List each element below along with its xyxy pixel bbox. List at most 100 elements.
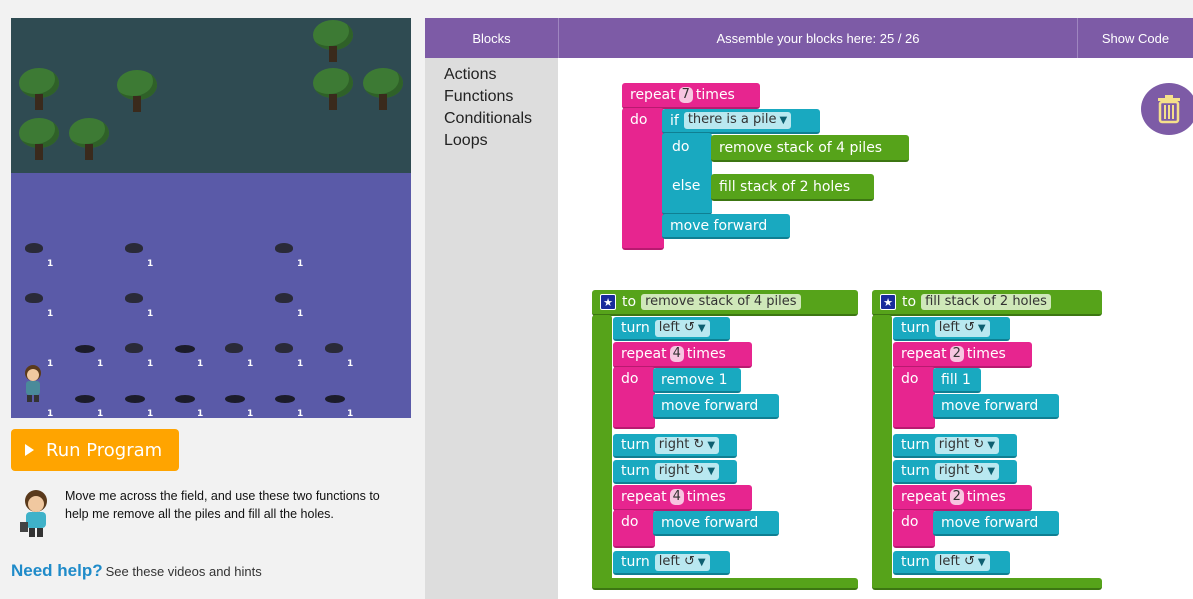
show-code-button[interactable]: Show Code <box>1078 18 1193 58</box>
direction-dropdown[interactable]: left ↺ ▼ <box>934 319 990 337</box>
remove-label: remove 1 <box>661 371 728 388</box>
category-conditionals[interactable]: Conditionals <box>444 108 558 130</box>
do-label: do <box>630 112 648 128</box>
move-forward-block[interactable]: move forward <box>653 394 779 419</box>
direction-dropdown[interactable]: left ↺ ▼ <box>654 553 710 571</box>
run-program-button[interactable]: Run Program <box>11 429 179 471</box>
direction-dropdown[interactable]: left ↺ ▼ <box>654 319 710 337</box>
do-label: do <box>621 371 639 387</box>
turn-right-block[interactable]: turn right ↻ ▼ <box>893 434 1017 458</box>
function-name-field[interactable]: fill stack of 2 holes <box>921 294 1051 310</box>
category-actions[interactable]: Actions <box>444 64 558 86</box>
turn-label: turn <box>621 554 650 570</box>
toolbox: Actions Functions Conditionals Loops <box>425 58 558 599</box>
hole-icon <box>225 395 245 403</box>
move-forward-label: move forward <box>661 514 759 531</box>
turn-right-block[interactable]: turn right ↻ ▼ <box>613 434 737 458</box>
repeat-block[interactable]: repeat 4 times <box>613 342 752 368</box>
repeat-count-field[interactable]: 4 <box>669 346 684 362</box>
function-name-field[interactable]: remove stack of 4 piles <box>641 294 801 310</box>
repeat-block[interactable]: repeat 7 times <box>622 83 760 109</box>
count-label: 1 <box>47 259 54 269</box>
repeat-label: repeat <box>621 489 667 505</box>
count-label: 1 <box>197 359 204 369</box>
times-label: times <box>686 346 726 362</box>
call-remove-stack-block[interactable]: remove stack of 4 piles <box>711 135 909 162</box>
function-definition-remove[interactable]: ★ to remove stack of 4 piles <box>592 290 858 316</box>
category-loops[interactable]: Loops <box>444 130 558 152</box>
turn-right-block[interactable]: turn right ↻ ▼ <box>893 460 1017 484</box>
if-label: if <box>670 112 679 129</box>
direction-dropdown[interactable]: right ↻ ▼ <box>654 462 720 480</box>
repeat-count-field[interactable]: 2 <box>949 489 964 505</box>
move-forward-block[interactable]: move forward <box>653 511 779 536</box>
game-field: 1 1 1 1 1 1 1 1 1 1 1 1 1 1 1 1 1 1 1 1 <box>11 18 411 418</box>
count-label: 1 <box>297 409 304 418</box>
category-functions[interactable]: Functions <box>444 86 558 108</box>
times-label: times <box>966 346 1006 362</box>
direction-dropdown[interactable]: right ↻ ▼ <box>654 436 720 454</box>
move-forward-block[interactable]: move forward <box>933 511 1059 536</box>
pile-icon <box>25 243 43 253</box>
turn-left-block[interactable]: turn left ↺ ▼ <box>893 551 1010 575</box>
function-footer <box>592 578 858 590</box>
do-label: do <box>621 514 639 530</box>
remove-block[interactable]: remove 1 <box>653 368 741 393</box>
turn-right-block[interactable]: turn right ↻ ▼ <box>613 460 737 484</box>
trash-can-icon[interactable] <box>1141 83 1193 135</box>
move-forward-label: move forward <box>941 514 1039 531</box>
farmer-avatar-icon <box>20 490 47 537</box>
tree-icon <box>69 118 109 160</box>
if-block[interactable]: if there is a pile ▼ <box>662 109 820 134</box>
pile-icon <box>25 293 43 303</box>
count-label: 1 <box>147 259 154 269</box>
call-fill-stack-block[interactable]: fill stack of 2 holes <box>711 174 874 201</box>
if-do-arm: do else <box>662 133 712 215</box>
turn-left-block[interactable]: turn left ↺ ▼ <box>613 551 730 575</box>
turn-left-block[interactable]: turn left ↺ ▼ <box>613 317 730 341</box>
move-forward-block[interactable]: move forward <box>933 394 1059 419</box>
turn-label: turn <box>901 463 930 479</box>
move-forward-label: move forward <box>670 217 768 234</box>
repeat-block[interactable]: repeat 2 times <box>893 485 1032 511</box>
tree-icon <box>19 68 59 110</box>
call-label: fill stack of 2 holes <box>719 178 851 195</box>
repeat-count-field[interactable]: 4 <box>669 489 684 505</box>
function-body-arm <box>592 315 612 589</box>
repeat-block[interactable]: repeat 2 times <box>893 342 1032 368</box>
function-definition-fill[interactable]: ★ to fill stack of 2 holes <box>872 290 1102 316</box>
help-link[interactable]: Need help? See these videos and hints <box>11 561 262 581</box>
count-label: 1 <box>97 409 104 418</box>
hole-icon <box>325 395 345 403</box>
function-body-arm <box>872 315 892 589</box>
times-label: times <box>966 489 1006 505</box>
move-forward-block[interactable]: move forward <box>662 214 790 239</box>
else-label: else <box>672 178 701 194</box>
turn-label: turn <box>621 463 650 479</box>
repeat-label: repeat <box>901 346 947 362</box>
direction-dropdown[interactable]: right ↻ ▼ <box>934 436 1000 454</box>
repeat-block[interactable]: repeat 4 times <box>613 485 752 511</box>
star-icon: ★ <box>880 294 896 310</box>
repeat-count-field[interactable]: 2 <box>949 346 964 362</box>
times-label: times <box>695 87 735 103</box>
pile-icon <box>275 343 293 353</box>
count-label: 1 <box>347 409 354 418</box>
fill-block[interactable]: fill 1 <box>933 368 981 393</box>
tree-icon <box>19 118 59 160</box>
help-subtitle: See these videos and hints <box>105 564 262 579</box>
help-title[interactable]: Need help? <box>11 561 103 580</box>
count-label: 1 <box>97 359 104 369</box>
pile-icon <box>225 343 243 353</box>
direction-dropdown[interactable]: left ↺ ▼ <box>934 553 990 571</box>
play-icon <box>25 444 34 456</box>
count-label: 1 <box>147 309 154 319</box>
repeat-do-arm: do <box>613 367 655 429</box>
assemble-counter: Assemble your blocks here: 25 / 26 <box>716 30 920 46</box>
turn-left-block[interactable]: turn left ↺ ▼ <box>893 317 1010 341</box>
turn-label: turn <box>621 320 650 336</box>
condition-dropdown[interactable]: there is a pile ▼ <box>683 112 792 129</box>
direction-dropdown[interactable]: right ↻ ▼ <box>934 462 1000 480</box>
repeat-count-field[interactable]: 7 <box>678 87 693 103</box>
tree-icon <box>313 68 353 110</box>
